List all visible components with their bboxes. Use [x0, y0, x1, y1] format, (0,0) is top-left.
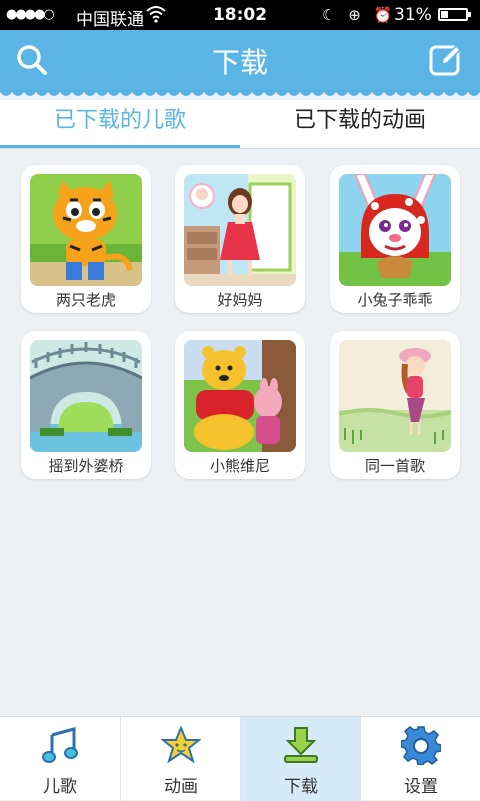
- music-note-icon: [42, 727, 78, 763]
- song-card[interactable]: 摇到外婆桥: [21, 331, 151, 479]
- song-thumbnail: [184, 174, 296, 286]
- song-card[interactable]: 两只老虎: [21, 165, 151, 313]
- song-thumbnail: [184, 340, 296, 452]
- tab-divider: [0, 148, 480, 149]
- nav-animations[interactable]: 动画: [121, 717, 241, 801]
- page-title: 下载: [211, 46, 268, 79]
- nav-label: 动画: [164, 777, 198, 797]
- edit-icon[interactable]: [428, 42, 464, 78]
- song-title: 两只老虎: [55, 291, 116, 309]
- song-title: 小熊维尼: [209, 457, 270, 475]
- song-thumbnail: [30, 340, 142, 452]
- song-title: 摇到外婆桥: [48, 457, 124, 475]
- nav-label: 儿歌: [43, 777, 77, 797]
- nav-label: 下载: [284, 777, 318, 797]
- tab-downloaded-animations[interactable]: 已下载的动画: [240, 100, 480, 148]
- song-card[interactable]: 小熊维尼: [175, 331, 305, 479]
- battery-percent: 31%: [394, 5, 432, 25]
- header-wave-edge: [0, 88, 480, 96]
- song-card[interactable]: 小兔子乖乖: [330, 165, 460, 313]
- status-bar: ●●●●○ 中国联通 18:02 ☾ ⊕ ⏰ 31%: [0, 0, 480, 30]
- status-icons: ☾ ⊕ ⏰: [322, 6, 397, 24]
- song-card[interactable]: 同一首歌: [330, 331, 460, 479]
- download-icon: [284, 727, 318, 763]
- song-thumbnail: [30, 174, 142, 286]
- song-title: 小兔子乖乖: [357, 291, 433, 309]
- header-bar: 下载: [0, 30, 480, 92]
- battery-icon: [438, 8, 471, 21]
- star-icon: [161, 725, 201, 764]
- bottom-nav: 儿歌 动画 下载 设置: [0, 716, 480, 801]
- gear-icon: [401, 726, 441, 765]
- song-title: 同一首歌: [364, 457, 425, 475]
- tab-bar: 已下载的儿歌 已下载的动画: [0, 100, 480, 148]
- song-title: 好妈妈: [217, 291, 263, 309]
- nav-settings[interactable]: 设置: [361, 717, 480, 801]
- nav-label: 设置: [404, 777, 438, 797]
- song-thumbnail: [339, 340, 451, 452]
- nav-downloads[interactable]: 下载: [241, 717, 361, 801]
- song-thumbnail: [339, 174, 451, 286]
- nav-songs[interactable]: 儿歌: [0, 717, 120, 801]
- tab-downloaded-songs[interactable]: 已下载的儿歌: [0, 100, 240, 148]
- song-card[interactable]: 好妈妈: [175, 165, 305, 313]
